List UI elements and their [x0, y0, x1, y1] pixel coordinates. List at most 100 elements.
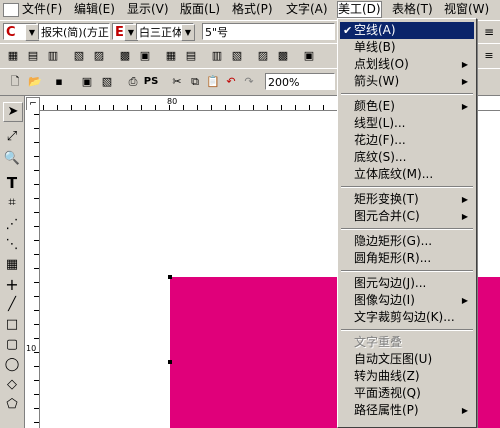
- menu-option[interactable]: 箭头(W) ▶: [340, 73, 474, 90]
- text-tool-11-icon[interactable]: ▧: [228, 47, 246, 65]
- zoom-select[interactable]: 200%: [265, 73, 335, 90]
- menu-file-icon: [3, 2, 19, 17]
- menu-option[interactable]: 自动文压图(U): [340, 351, 474, 368]
- menu-option[interactable]: 线型(L)...: [340, 115, 474, 132]
- cn-color-dropdown-icon[interactable]: ▼: [25, 24, 39, 41]
- menu-separator: [341, 329, 473, 331]
- menu-option[interactable]: ✔ 空线(A): [340, 22, 474, 39]
- menu-option-label: 花边(F)...: [354, 133, 406, 147]
- menu-option[interactable]: 隐边矩形(G)...: [340, 233, 474, 250]
- en-font-dropdown-icon[interactable]: ▼: [181, 24, 195, 41]
- table-tool-icon[interactable]: ▦: [3, 256, 21, 274]
- menu-option[interactable]: 颜色(E) ▶: [340, 98, 474, 115]
- save-icon[interactable]: ▪: [50, 73, 68, 91]
- open-icon[interactable]: 📂: [26, 73, 44, 91]
- submenu-arrow-icon: ▶: [461, 102, 468, 111]
- text-tool-7-icon[interactable]: ▣: [136, 47, 154, 65]
- menu-option[interactable]: 底纹(S)...: [340, 149, 474, 166]
- text-tool-4-icon[interactable]: ▧: [70, 47, 88, 65]
- polygon-tool-icon[interactable]: ⬠: [3, 396, 21, 414]
- menu-layout[interactable]: 版面(L): [180, 2, 220, 17]
- zoom-tool-icon[interactable]: 🔍: [3, 150, 21, 168]
- rounded-rect-tool-icon[interactable]: ▢: [3, 336, 21, 354]
- menu-option-label: 颜色(E): [354, 99, 395, 113]
- menu-option-label: 图元合并(C): [354, 209, 420, 223]
- menu-option[interactable]: 图元合并(C) ▶: [340, 208, 474, 225]
- font-size-input[interactable]: 5"号: [202, 23, 335, 40]
- cross-tool-icon[interactable]: +: [3, 276, 21, 294]
- menu-option-label: 立体底纹(M)...: [354, 167, 434, 181]
- ellipse-tool-icon[interactable]: ◯: [3, 356, 21, 374]
- ps-button[interactable]: PS: [142, 73, 160, 91]
- text-tool-12-icon[interactable]: ▨: [254, 47, 272, 65]
- format-toolbar-more-icon[interactable]: ≡: [480, 23, 498, 41]
- paste-icon[interactable]: 📋: [204, 73, 222, 91]
- cut-icon[interactable]: ✂: [168, 73, 186, 91]
- text-tool-13-icon[interactable]: ▩: [274, 47, 292, 65]
- menu-option: 文字重叠: [340, 334, 474, 351]
- print-icon[interactable]: ⎙: [124, 73, 142, 91]
- image-icon[interactable]: ▧: [98, 73, 116, 91]
- menu-option[interactable]: 单线(B): [340, 39, 474, 56]
- text-tool-3-icon[interactable]: ▥: [44, 47, 62, 65]
- selection-handle[interactable]: [168, 360, 172, 364]
- selection-handle[interactable]: [168, 275, 172, 279]
- menu-option[interactable]: 花边(F)...: [340, 132, 474, 149]
- menu-option-label: 隐边矩形(G)...: [354, 234, 433, 248]
- text-tool-2-icon[interactable]: ▤: [24, 47, 42, 65]
- new-icon[interactable]: 🗋: [6, 73, 24, 91]
- select-arrow-icon[interactable]: ➤: [3, 102, 23, 122]
- menu-text[interactable]: 文字(A): [286, 2, 328, 17]
- ruler-v-ticks: [34, 114, 39, 424]
- menu-option[interactable]: 平面透视(Q): [340, 385, 474, 402]
- import-icon[interactable]: ▣: [78, 73, 96, 91]
- menu-option[interactable]: 图元勾边(J)...: [340, 275, 474, 292]
- rectangle-tool-icon[interactable]: □: [3, 316, 21, 334]
- text-tool-6-icon[interactable]: ▩: [116, 47, 134, 65]
- menu-option[interactable]: 转为曲线(Z): [340, 368, 474, 385]
- text-tool-5-icon[interactable]: ▨: [90, 47, 108, 65]
- link2-tool-icon[interactable]: ⋱: [3, 236, 21, 254]
- menu-option-label: 平面透视(Q): [354, 386, 421, 400]
- menu-table[interactable]: 表格(T): [392, 2, 433, 17]
- text-tool-8-icon[interactable]: ▦: [162, 47, 180, 65]
- redo-icon[interactable]: ↷: [240, 73, 258, 91]
- menu-option-label: 线型(L)...: [354, 116, 406, 130]
- menu-view[interactable]: 显示(V): [127, 2, 169, 17]
- text-tool-10-icon[interactable]: ▥: [208, 47, 226, 65]
- menu-option-label: 图像勾边(I): [354, 293, 415, 307]
- menu-option-label: 文字重叠: [354, 335, 403, 349]
- ruler-origin-icon[interactable]: ⌐: [26, 97, 40, 111]
- menu-file[interactable]: 文件(F): [3, 2, 62, 17]
- link-tool-icon[interactable]: ⋰: [3, 216, 21, 234]
- menu-option[interactable]: 点划线(O) ▶: [340, 56, 474, 73]
- menu-option-label: 底纹(S)...: [354, 150, 407, 164]
- cn-font-select[interactable]: 报宋(简)(方正): [38, 23, 110, 40]
- text-tool-14-icon[interactable]: ▣: [300, 47, 318, 65]
- undo-icon[interactable]: ↶: [222, 73, 240, 91]
- submenu-arrow-icon: ▶: [461, 77, 468, 86]
- menu-option[interactable]: 矩形变换(T) ▶: [340, 191, 474, 208]
- copy-icon[interactable]: ⧉: [186, 73, 204, 91]
- diamond-tool-icon[interactable]: ◇: [3, 376, 21, 394]
- menu-option[interactable]: 路径属性(P) ▶: [340, 402, 474, 419]
- text-tool-icon[interactable]: T: [3, 174, 21, 192]
- menu-option[interactable]: 图像勾边(I) ▶: [340, 292, 474, 309]
- line-tool-icon[interactable]: ╱: [3, 296, 21, 314]
- menu-option-label: 图元勾边(J)...: [354, 276, 427, 290]
- rotate-tool-icon[interactable]: ⤢: [3, 128, 21, 146]
- menu-option[interactable]: 立体底纹(M)...: [340, 166, 474, 183]
- text-tool-9-icon[interactable]: ▤: [182, 47, 200, 65]
- menu-option[interactable]: 圆角矩形(R)...: [340, 250, 474, 267]
- crop-tool-icon[interactable]: ⌗: [3, 194, 21, 212]
- text-tool-1-icon[interactable]: ▦: [4, 47, 22, 65]
- menu-window[interactable]: 视窗(W): [444, 2, 489, 17]
- menu-format[interactable]: 格式(P): [232, 2, 273, 17]
- menu-option[interactable]: 文字裁剪勾边(K)...: [340, 309, 474, 326]
- text-tool-15-icon[interactable]: ≡: [480, 47, 498, 65]
- menu-edit[interactable]: 编辑(E): [74, 2, 115, 17]
- menubar: 文件(F) 编辑(E) 显示(V) 版面(L) 格式(P) 文字(A) 美工(D…: [0, 0, 500, 19]
- toolbox: ➤ ⤢ 🔍 T ⌗ ⋰ ⋱ ▦ + ╱ □ ▢ ◯ ◇ ⬠: [0, 96, 25, 428]
- menu-art[interactable]: 美工(D): [337, 1, 382, 18]
- art-menu-dropdown: ✔ 空线(A) 单线(B) 点划线(O) ▶ 箭头(W) ▶ 颜色(E) ▶ 线型(L)... 花边…: [337, 18, 477, 428]
